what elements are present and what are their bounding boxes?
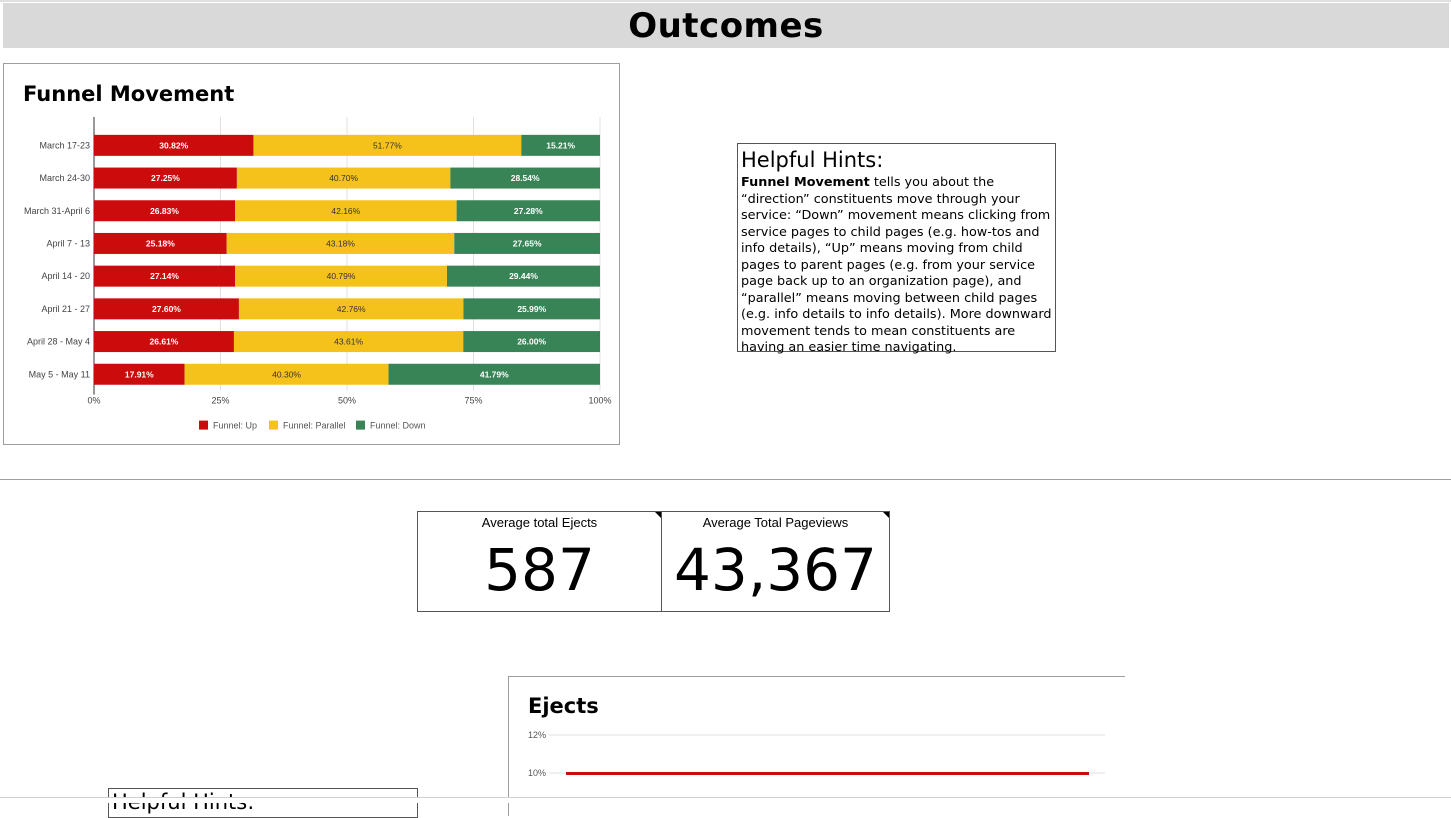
- data-label: 27.60%: [152, 304, 181, 314]
- hints-title: Helpful Hints:: [741, 148, 884, 172]
- x-tick-label: 50%: [338, 396, 356, 406]
- legend-swatch: [199, 420, 208, 430]
- data-label: 40.30%: [272, 369, 301, 379]
- data-label: 43.18%: [326, 238, 355, 248]
- data-label: 41.79%: [480, 369, 509, 379]
- sheet-bottom-edge: [0, 797, 1451, 803]
- data-label: 29.44%: [509, 271, 538, 281]
- x-tick-label: 0%: [87, 396, 100, 406]
- y-category-label: April 21 - 27: [41, 304, 90, 314]
- scorecard-label: Average Total Pageviews: [702, 515, 849, 530]
- ejects-chart-canvas: 12% 10%: [528, 730, 1105, 778]
- y-tick-label: 10%: [528, 768, 546, 778]
- scorecard-value: 587: [484, 536, 595, 604]
- data-label: 26.00%: [517, 337, 546, 347]
- legend-swatch: [269, 420, 278, 430]
- data-label: 27.25%: [151, 173, 180, 183]
- ejects-chart[interactable]: Ejects 12% 10%: [508, 676, 1125, 816]
- data-label: 42.76%: [337, 304, 366, 314]
- funnel-movement-chart[interactable]: Funnel Movement 0% 25% 50% 75% 100% March 17-…: [3, 63, 620, 445]
- data-label: 40.70%: [329, 173, 358, 183]
- helpful-hints-box: Helpful Hints: Funnel Movement tells you…: [737, 143, 1056, 355]
- scorecard-average-ejects[interactable]: Average total Ejects 587: [417, 511, 662, 612]
- corner-marker-icon: [883, 512, 889, 518]
- data-label: 15.21%: [546, 140, 575, 150]
- data-label: 40.79%: [327, 271, 356, 281]
- data-label: 17.91%: [125, 369, 154, 379]
- x-tick-label: 25%: [211, 396, 229, 406]
- data-label: 25.18%: [146, 238, 175, 248]
- legend-label: Funnel: Parallel: [283, 421, 346, 431]
- y-category-label: April 14 - 20: [41, 271, 90, 281]
- data-label: 27.14%: [150, 271, 179, 281]
- data-label: 27.65%: [513, 238, 542, 248]
- data-label: 26.61%: [150, 337, 179, 347]
- y-category-label: April 28 - May 4: [27, 337, 90, 347]
- y-category-label: April 7 - 13: [46, 238, 90, 248]
- outcomes-header: Outcomes: [3, 3, 1449, 48]
- y-tick-label: 12%: [528, 730, 546, 740]
- y-category-label: March 31-April 6: [24, 206, 90, 216]
- x-tick-label: 75%: [464, 396, 482, 406]
- legend-label: Funnel: Down: [370, 421, 426, 431]
- y-category-label: May 5 - May 11: [29, 369, 90, 379]
- data-label: 25.99%: [517, 304, 546, 314]
- funnel-chart-canvas: 0% 25% 50% 75% 100% March 17-23 30.82% 51.77% 15…: [24, 117, 612, 431]
- x-tick-label: 100%: [588, 396, 611, 406]
- scorecard-average-pageviews[interactable]: Average Total Pageviews 43,367: [661, 511, 890, 612]
- sheet-gridline: [0, 0, 1451, 2]
- data-label: 28.54%: [511, 173, 540, 183]
- hints-text: tells you about the “direction” constitu…: [741, 175, 1052, 355]
- y-category-label: March 24-30: [39, 173, 90, 183]
- scorecard-value: 43,367: [674, 536, 877, 604]
- hints-body: Funnel Movement tells you about the “dir…: [741, 175, 1052, 357]
- data-label: 27.28%: [514, 206, 543, 216]
- legend-swatch: [356, 420, 365, 430]
- data-label: 30.82%: [159, 140, 188, 150]
- page-title: Outcomes: [628, 5, 824, 46]
- helpful-hints-box-2: Helpful Hints:: [108, 788, 418, 818]
- scorecard-label: Average total Ejects: [481, 515, 598, 530]
- data-label: 42.16%: [331, 206, 360, 216]
- data-label: 26.83%: [150, 206, 179, 216]
- data-label: 43.61%: [334, 337, 363, 347]
- section-divider: [0, 479, 1451, 480]
- legend-label: Funnel: Up: [213, 421, 257, 431]
- hints-bold-lead: Funnel Movement: [741, 175, 870, 190]
- y-category-label: March 17-23: [39, 140, 90, 150]
- data-label: 51.77%: [373, 140, 402, 150]
